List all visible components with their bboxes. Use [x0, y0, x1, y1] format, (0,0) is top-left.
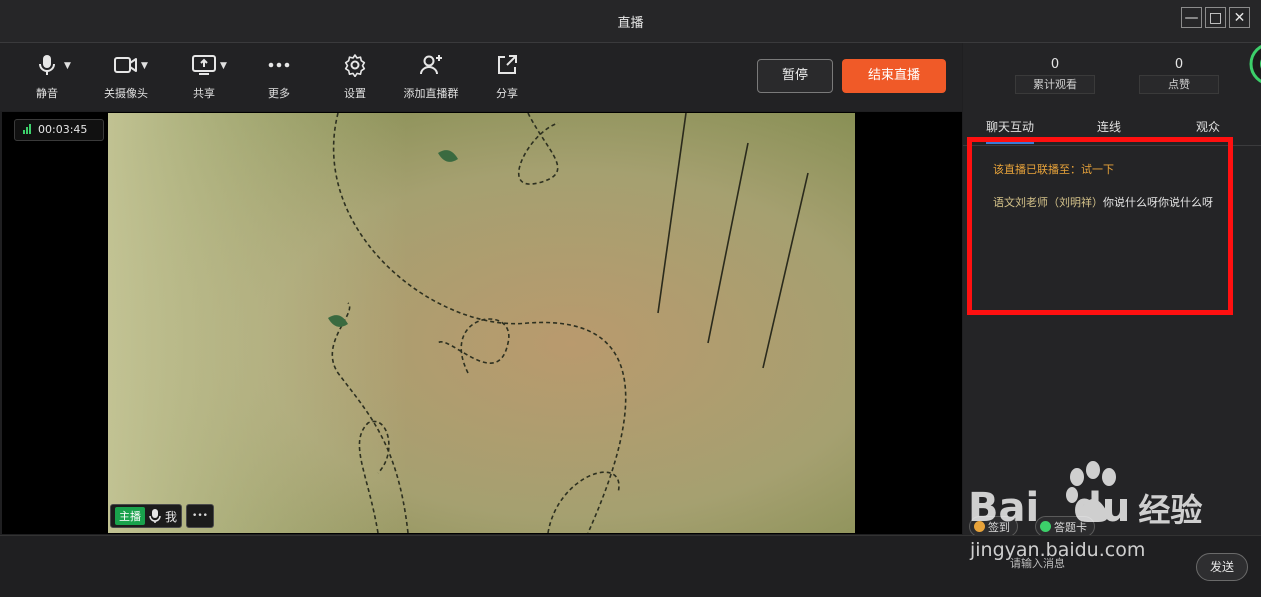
- camera-feed: [108, 113, 855, 533]
- minimize-button[interactable]: —: [1181, 7, 1202, 28]
- tab-audience[interactable]: 观众: [1196, 118, 1220, 135]
- tab-connect[interactable]: 连线: [1097, 118, 1121, 135]
- me-label: 我: [165, 509, 178, 524]
- more-dots-icon: [268, 62, 290, 68]
- settings-button[interactable]: 设置: [339, 53, 371, 101]
- add-live-group-label: 添加直播群: [403, 87, 459, 100]
- microphone-icon: [39, 55, 55, 75]
- share-button[interactable]: 分享: [491, 53, 523, 101]
- watermark-url: jingyan.baidu.com: [970, 539, 1146, 561]
- share-screen-button[interactable]: 共享: [188, 53, 220, 101]
- baidu-watermark: Bai du 经验 jingyan.baidu.com: [960, 455, 1260, 565]
- settings-label: 设置: [344, 87, 366, 100]
- camera-icon: [114, 57, 137, 73]
- more-label: 更多: [268, 87, 290, 100]
- camera-label: 关摄像头: [104, 87, 148, 100]
- likes-label: 点赞: [1139, 75, 1219, 94]
- likes-stat: 0 点赞: [1139, 57, 1219, 94]
- share-screen-label: 共享: [193, 87, 215, 100]
- add-group-icon: [420, 55, 442, 75]
- chat-text: 你说什么呀你说什么呀: [1103, 196, 1213, 209]
- chat-message: 语文刘老师（刘明祥）你说什么呀你说什么呀: [993, 194, 1213, 211]
- gear-icon: [344, 54, 366, 77]
- stream-controls: 主播 我 •••: [110, 504, 215, 528]
- pause-button[interactable]: 暂停: [757, 59, 833, 93]
- system-message: 该直播已联播至：试一下: [993, 161, 1213, 178]
- chevron-down-icon[interactable]: ▼: [64, 61, 71, 71]
- likes-count: 0: [1174, 57, 1184, 72]
- signal-icon: [23, 121, 32, 141]
- tab-chat[interactable]: 聊天互动: [986, 118, 1035, 144]
- app-badge-icon: [1249, 44, 1261, 84]
- watermark-cn: 经验: [1138, 491, 1203, 529]
- close-button[interactable]: ✕: [1229, 7, 1250, 28]
- chevron-down-icon[interactable]: ▼: [141, 61, 148, 71]
- more-button[interactable]: 更多: [263, 53, 295, 101]
- camera-image: [108, 113, 855, 533]
- host-tag: 主播 我: [110, 504, 183, 528]
- screen-share-icon: [192, 55, 216, 75]
- views-label: 累计观看: [1015, 75, 1095, 94]
- mute-button[interactable]: 静音: [28, 53, 66, 101]
- chevron-down-icon[interactable]: ▼: [220, 61, 227, 71]
- host-badge: 主播: [115, 507, 145, 525]
- share-icon: [498, 55, 517, 74]
- share-label: 分享: [496, 87, 518, 100]
- microphone-icon: [149, 509, 161, 523]
- watermark-brand: Bai: [968, 485, 1040, 531]
- stream-more-button[interactable]: •••: [186, 504, 215, 528]
- live-timer: 00:03:45: [14, 119, 104, 141]
- add-live-group-button[interactable]: 添加直播群: [400, 53, 462, 101]
- end-live-button[interactable]: 结束直播: [842, 59, 946, 93]
- system-message-text: 该直播已联播至：试一下: [993, 163, 1114, 176]
- views-count: 0: [1050, 57, 1060, 72]
- title-bar: 直播 — □ ✕: [0, 0, 1261, 43]
- mute-label: 静音: [36, 87, 58, 100]
- timer-value: 00:03:45: [38, 123, 88, 136]
- chat-sender: 语文刘老师（刘明祥）: [993, 196, 1103, 209]
- window-title: 直播: [617, 16, 644, 31]
- watermark-brand-tail: du: [1073, 485, 1131, 531]
- maximize-button[interactable]: □: [1205, 7, 1226, 28]
- views-stat: 0 累计观看: [1015, 57, 1095, 94]
